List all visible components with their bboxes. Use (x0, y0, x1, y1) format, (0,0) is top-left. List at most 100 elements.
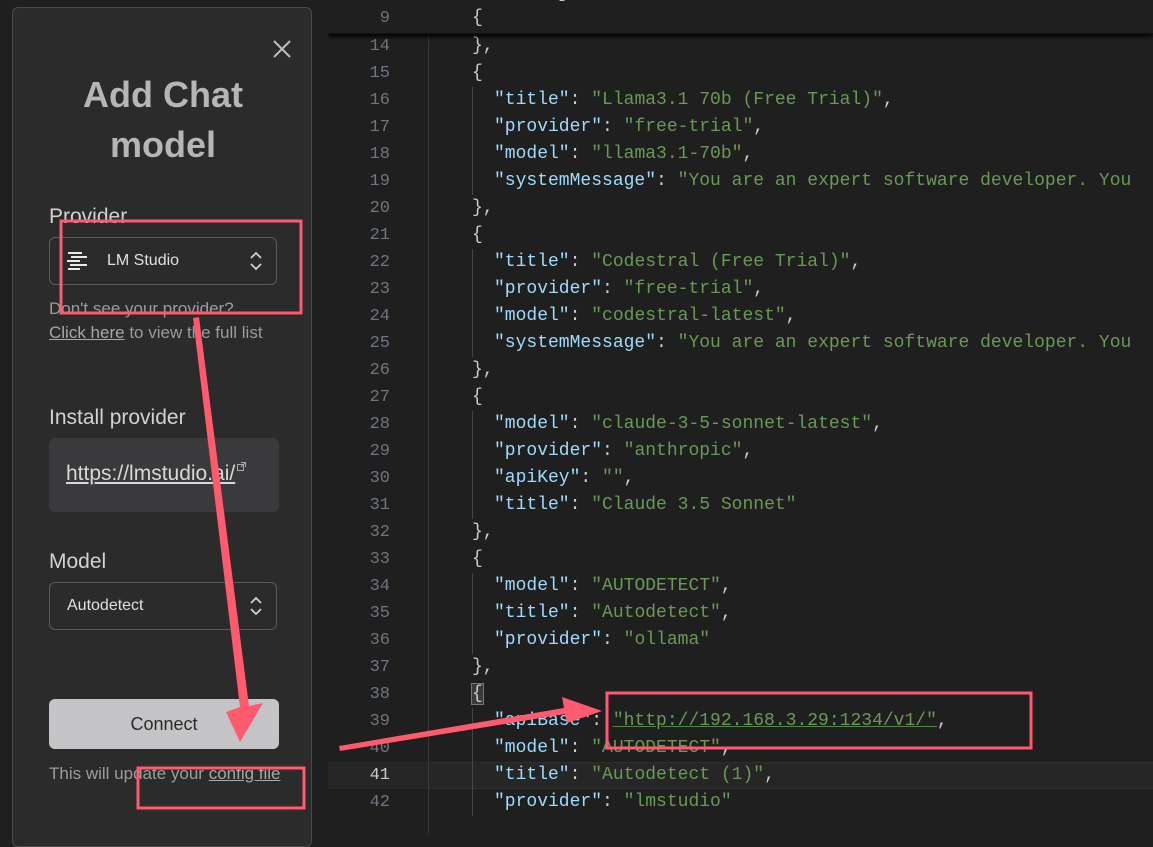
code-line[interactable]: 15 { (328, 60, 1153, 87)
code-text: "model": "claude-3-5-sonnet-latest", (494, 414, 883, 434)
line-number: 31 (369, 496, 390, 515)
code-line[interactable]: 25 "systemMessage": "You are an expert so… (328, 330, 1153, 357)
line-number: 15 (369, 64, 390, 83)
json-punctuation: { (472, 225, 483, 245)
dialog-title-line1: Add Chat (83, 74, 243, 115)
code-line[interactable]: 18 "model": "llama3.1-70b", (328, 141, 1153, 168)
dialog-title: Add Chat model (13, 70, 313, 170)
install-provider-url: https://lmstudio.ai/ (66, 462, 236, 485)
code-line[interactable]: 35 "title": "Autodetect", (328, 600, 1153, 627)
code-text: }, (472, 654, 494, 681)
line-number: 33 (369, 550, 390, 569)
code-line[interactable]: 27 { (328, 384, 1153, 411)
code-line[interactable]: 29 "provider": "anthropic", (328, 438, 1153, 465)
json-punctuation: , (742, 144, 754, 164)
code-line[interactable]: 16 "title": "Llama3.1 70b (Free Trial)", (328, 87, 1153, 114)
code-line[interactable]: 17 "provider": "free-trial", (328, 114, 1153, 141)
json-punctuation: }, (472, 198, 494, 218)
line-number: 25 (369, 334, 390, 353)
code-text: "apiKey": "", (494, 468, 635, 488)
line-number: 27 (369, 388, 390, 407)
json-punctuation: }, (472, 36, 494, 56)
json-string-value: "claude-3-5-sonnet-latest" (591, 414, 873, 434)
code-line[interactable]: 28 "model": "claude-3-5-sonnet-latest", (328, 411, 1153, 438)
code-line[interactable]: 23 "provider": "free-trial", (328, 276, 1153, 303)
line-number: 38 (369, 685, 390, 704)
code-line[interactable]: 31 "title": "Claude 3.5 Sonnet" (328, 492, 1153, 519)
provider-hint-text: Don't see your provider? (49, 299, 234, 318)
add-chat-model-dialog: Add Chat model Provider LM Studio Don't … (12, 7, 312, 847)
line-number: 30 (369, 469, 390, 488)
json-punctuation: { (472, 549, 483, 569)
view-providers-link[interactable]: Click here (49, 323, 125, 342)
line-number: 42 (369, 793, 390, 812)
code-text: { (472, 222, 483, 249)
json-string-value: "Autodetect" (591, 603, 721, 623)
code-text: "provider": "anthropic", (494, 441, 754, 461)
code-line[interactable]: 24 "model": "codestral-latest", (328, 303, 1153, 330)
json-key: "title" (494, 252, 570, 272)
code-line[interactable]: 34 "model": "AUTODETECT", (328, 573, 1153, 600)
dialog-title-line2: model (109, 124, 216, 165)
code-text: "model": "AUTODETECT", (494, 576, 732, 596)
code-editor[interactable]: 9 { [ 14}, 15 {16 "title": "Llama3.1 70b (F… (328, 0, 1153, 833)
json-punctuation: , (753, 279, 765, 299)
code-line[interactable]: 21 { (328, 222, 1153, 249)
code-text: }, (472, 195, 494, 222)
provider-select[interactable]: LM Studio (49, 237, 277, 285)
json-string-value: "ollama" (623, 630, 711, 650)
json-key: "model" (494, 738, 570, 758)
code-text: "model": "codestral-latest", (494, 306, 797, 326)
json-punctuation: , (936, 711, 948, 731)
code-line[interactable]: 37}, (328, 654, 1153, 681)
json-punctuation: , (850, 252, 862, 272)
json-key: "provider" (494, 441, 603, 461)
code-text: }, (472, 33, 494, 60)
code-line[interactable]: 40 "model": "AUTODETECT", (328, 735, 1153, 762)
code-text: "title": "Codestral (Free Trial)", (494, 252, 862, 272)
code-line[interactable]: 38 { (328, 681, 1153, 708)
json-punctuation: , (720, 576, 732, 596)
code-line[interactable]: 39 "apiBase": "http://192.168.3.29:1234/v… (328, 708, 1153, 735)
code-line[interactable]: 20}, (328, 195, 1153, 222)
json-punctuation: }, (472, 360, 494, 380)
sticky-scroll-line[interactable]: 9 { [ (328, 0, 1153, 34)
json-key: "title" (494, 603, 570, 623)
code-line[interactable]: 32}, (328, 519, 1153, 546)
json-string-value: "AUTODETECT" (591, 576, 721, 596)
json-punctuation: }, (472, 657, 494, 677)
install-url-box: https://lmstudio.ai/ (49, 438, 279, 512)
code-text: { (471, 681, 484, 708)
json-key: "systemMessage" (494, 333, 657, 353)
lm-studio-logo-icon (67, 252, 87, 270)
json-key: "apiBase" (494, 711, 592, 731)
connect-button[interactable]: Connect (49, 699, 279, 749)
line-number: 36 (369, 631, 390, 650)
model-select[interactable]: Autodetect (49, 582, 277, 630)
code-line[interactable]: 22 "title": "Codestral (Free Trial)", (328, 249, 1153, 276)
json-string-value[interactable]: "http://192.168.3.29:1234/v1/" (613, 711, 937, 731)
code-line[interactable]: 36 "provider": "ollama" (328, 627, 1153, 654)
line-number: 24 (369, 307, 390, 326)
code-line[interactable]: 14}, (328, 33, 1153, 60)
code-line[interactable]: 30 "apiKey": "", (328, 465, 1153, 492)
config-file-link[interactable]: config file (209, 764, 281, 783)
code-text: "model": "llama3.1-70b", (494, 144, 754, 164)
json-key: "model" (494, 414, 570, 434)
line-number: 18 (369, 145, 390, 164)
close-icon[interactable] (271, 38, 293, 60)
json-punctuation: { (472, 387, 483, 407)
code-line[interactable]: 33 { (328, 546, 1153, 573)
code-text: { (472, 546, 483, 573)
install-provider-link[interactable]: https://lmstudio.ai/ (66, 462, 247, 486)
json-punctuation: , (742, 441, 754, 461)
json-key: "provider" (494, 279, 603, 299)
line-number: 20 (369, 199, 390, 218)
code-line[interactable]: 41 "title": "Autodetect (1)", (328, 762, 1153, 789)
provider-select-value: LM Studio (107, 252, 180, 269)
code-line[interactable]: 19 "systemMessage": "You are an expert so… (328, 168, 1153, 195)
line-number: 39 (369, 712, 390, 731)
indent-guide (428, 33, 429, 833)
code-line[interactable]: 26}, (328, 357, 1153, 384)
code-line[interactable]: 42 "provider": "lmstudio" (328, 789, 1153, 816)
